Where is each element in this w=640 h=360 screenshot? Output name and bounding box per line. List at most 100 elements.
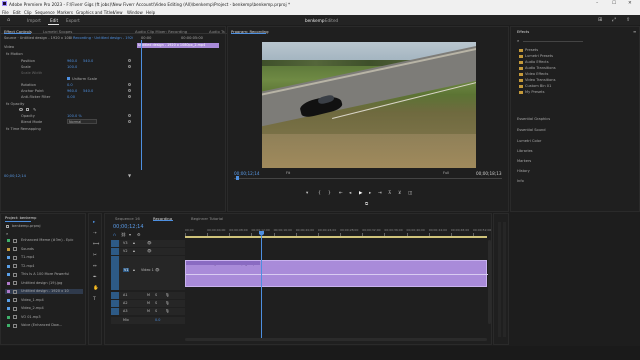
go-to-out-icon[interactable]: ⇥ <box>378 191 382 196</box>
keyframe-toggle-icon[interactable] <box>128 83 131 86</box>
effects-item-audio-transitions[interactable]: Audio Transitions <box>519 66 556 70</box>
mask-rect-icon[interactable] <box>26 108 29 111</box>
panel-history[interactable]: History <box>517 169 530 173</box>
uniform-scale-checkbox[interactable] <box>67 77 70 80</box>
track-label-a2[interactable]: A2 <box>123 301 127 305</box>
panel-essential-graphics[interactable]: Essential Graphics <box>517 117 550 121</box>
workspace-tab-edit[interactable]: Edit <box>50 18 58 23</box>
timeline-vertical-scrollbar[interactable] <box>488 240 491 324</box>
menu-sequence[interactable]: Sequence <box>35 10 55 15</box>
fx-motion[interactable]: fx Motion <box>6 52 23 56</box>
snap-icon[interactable]: ∩ <box>113 232 116 237</box>
opacity-value[interactable]: 100.0 % <box>67 114 82 118</box>
work-area-bar[interactable] <box>185 236 487 238</box>
v1-clip[interactable]: Untitled design - 1920 x 1080px_2.mp4 <box>185 260 488 287</box>
project-item[interactable]: Voice (Enhanced Dow... <box>5 323 83 328</box>
add-marker-icon[interactable]: ▾ <box>306 191 308 196</box>
program-scrub-bar[interactable] <box>234 178 502 179</box>
antiflicker-value[interactable]: 0.00 <box>67 95 75 99</box>
project-item[interactable]: This Is A 100 More Powerful <box>5 272 83 277</box>
anchor-y[interactable]: 540.0 <box>83 89 93 93</box>
track-target-a3[interactable] <box>111 308 119 315</box>
eye-icon[interactable]: 👁︎ <box>147 241 152 245</box>
keyframe-toggle-icon[interactable] <box>128 95 131 98</box>
track-target-v1[interactable] <box>111 256 119 290</box>
position-y[interactable]: 540.0 <box>83 59 93 63</box>
workspaces-icon[interactable]: ⊞ <box>598 17 602 23</box>
add-marker-icon[interactable]: ▾ <box>129 232 131 237</box>
lift-icon[interactable]: ⊼ <box>388 191 391 196</box>
menu-help[interactable]: Help <box>146 10 155 15</box>
menu-edit[interactable]: Edit <box>13 10 21 15</box>
mark-out-icon[interactable]: } <box>328 191 331 196</box>
fit-select[interactable]: Fit <box>286 171 290 175</box>
track-target-v3[interactable] <box>111 240 119 247</box>
timeline-settings-icon[interactable]: ⚙ <box>137 232 141 237</box>
panel-essential-sound[interactable]: Essential Sound <box>517 128 546 132</box>
project-item[interactable]: Video_2.mp4 <box>5 306 83 311</box>
project-item[interactable]: T2.mp4 <box>5 264 83 269</box>
filter-icon[interactable]: ▼ <box>128 173 131 178</box>
close-button[interactable]: ✕ <box>628 1 632 6</box>
timeline-tab-sequence16[interactable]: Sequence 16 <box>115 216 140 221</box>
play-icon[interactable]: ▶ <box>359 191 362 196</box>
time-remapping[interactable]: fx Time Remapping <box>6 127 41 131</box>
track-label-v1[interactable]: V1 <box>123 268 130 272</box>
pen-icon[interactable]: ✎ <box>33 107 36 112</box>
project-item[interactable]: Untitled design - 1920 x 10 <box>5 289 83 294</box>
menu-view[interactable]: View <box>113 10 123 15</box>
project-search-icon[interactable]: ⌕ <box>6 231 8 236</box>
mic-icon[interactable]: 🎙︎ <box>165 301 170 305</box>
track-label-a3[interactable]: A3 <box>123 309 127 313</box>
project-item[interactable]: Enhanced Meme (#3m) - Epic <box>5 238 83 243</box>
project-item[interactable]: Sounds <box>5 247 83 252</box>
menu-graphics[interactable]: Graphics and Titles <box>76 10 114 15</box>
track-label-a1[interactable]: A1 <box>123 293 127 297</box>
keyframe-toggle-icon[interactable] <box>128 114 131 117</box>
type-tool-icon[interactable]: T <box>93 297 96 302</box>
linked-selection-icon[interactable]: ⛓ <box>121 232 126 237</box>
tab-lumetri-scopes[interactable]: Lumetri Scopes <box>43 29 72 34</box>
timeline-playhead-line[interactable] <box>261 236 262 340</box>
workspace-tab-import[interactable]: Import <box>27 18 41 23</box>
step-forward-icon[interactable]: ▸ <box>369 191 371 196</box>
comparison-view-icon[interactable]: ⧉ <box>365 201 368 207</box>
project-item[interactable]: Untitled design (19).jpg <box>5 281 83 286</box>
timeline-tab-beginner[interactable]: Beginner Tutorial <box>191 216 223 221</box>
effects-item-my-presets[interactable]: My Presets <box>519 90 544 94</box>
effects-menu-icon[interactable]: ≡ <box>633 29 636 34</box>
quality-select[interactable]: Full <box>443 171 449 175</box>
slip-tool-icon[interactable]: ↔ <box>93 264 97 269</box>
mark-in-icon[interactable]: { <box>318 191 321 196</box>
keyframe-toggle-icon[interactable] <box>128 89 131 92</box>
rotation-value[interactable]: 0.0 <box>67 83 73 87</box>
panel-libraries[interactable]: Libraries <box>517 149 533 153</box>
ripple-edit-tool-icon[interactable]: ⟺ <box>93 242 99 247</box>
track-label-v2[interactable]: V2 <box>123 249 127 253</box>
lock-icon[interactable]: 🔒︎ <box>133 241 135 245</box>
share-icon[interactable]: ⇪ <box>626 17 630 23</box>
ec-playhead[interactable] <box>141 40 142 170</box>
opacity-rubber-band[interactable] <box>186 274 488 275</box>
mask-ellipse-icon[interactable] <box>19 108 23 111</box>
position-x[interactable]: 960.0 <box>67 59 77 63</box>
menu-file[interactable]: File <box>2 10 9 15</box>
lock-icon[interactable]: 🔒︎ <box>133 249 135 253</box>
fullscreen-icon[interactable]: ⤢ <box>612 17 616 23</box>
mute-button[interactable]: M <box>147 301 150 305</box>
tab-audio-track-mixer[interactable]: Audio Track Mixer: Recording <box>209 29 225 34</box>
project-item[interactable]: Video_1.mp4 <box>5 298 83 303</box>
scale-value[interactable]: 100.0 <box>67 65 77 69</box>
track-select-tool-icon[interactable]: ⇢ <box>93 231 97 236</box>
keyframe-toggle-icon[interactable] <box>128 120 131 123</box>
effects-item-presets[interactable]: Presets <box>519 48 538 52</box>
eye-icon[interactable]: 👁︎ <box>147 249 152 253</box>
effects-search-input[interactable] <box>523 37 583 42</box>
eye-icon[interactable]: 👁︎ <box>155 268 160 272</box>
tab-audio-clip-mixer[interactable]: Audio Clip Mixer: Recording <box>135 29 187 34</box>
effects-item-lumetri-presets[interactable]: Lumetri Presets <box>519 54 553 58</box>
project-item[interactable]: VO 01.mp3 <box>5 315 83 320</box>
panel-markers[interactable]: Markers <box>517 159 531 163</box>
effects-item-video-effects[interactable]: Video Effects <box>519 72 548 76</box>
keyframe-toggle-icon[interactable] <box>128 65 131 68</box>
